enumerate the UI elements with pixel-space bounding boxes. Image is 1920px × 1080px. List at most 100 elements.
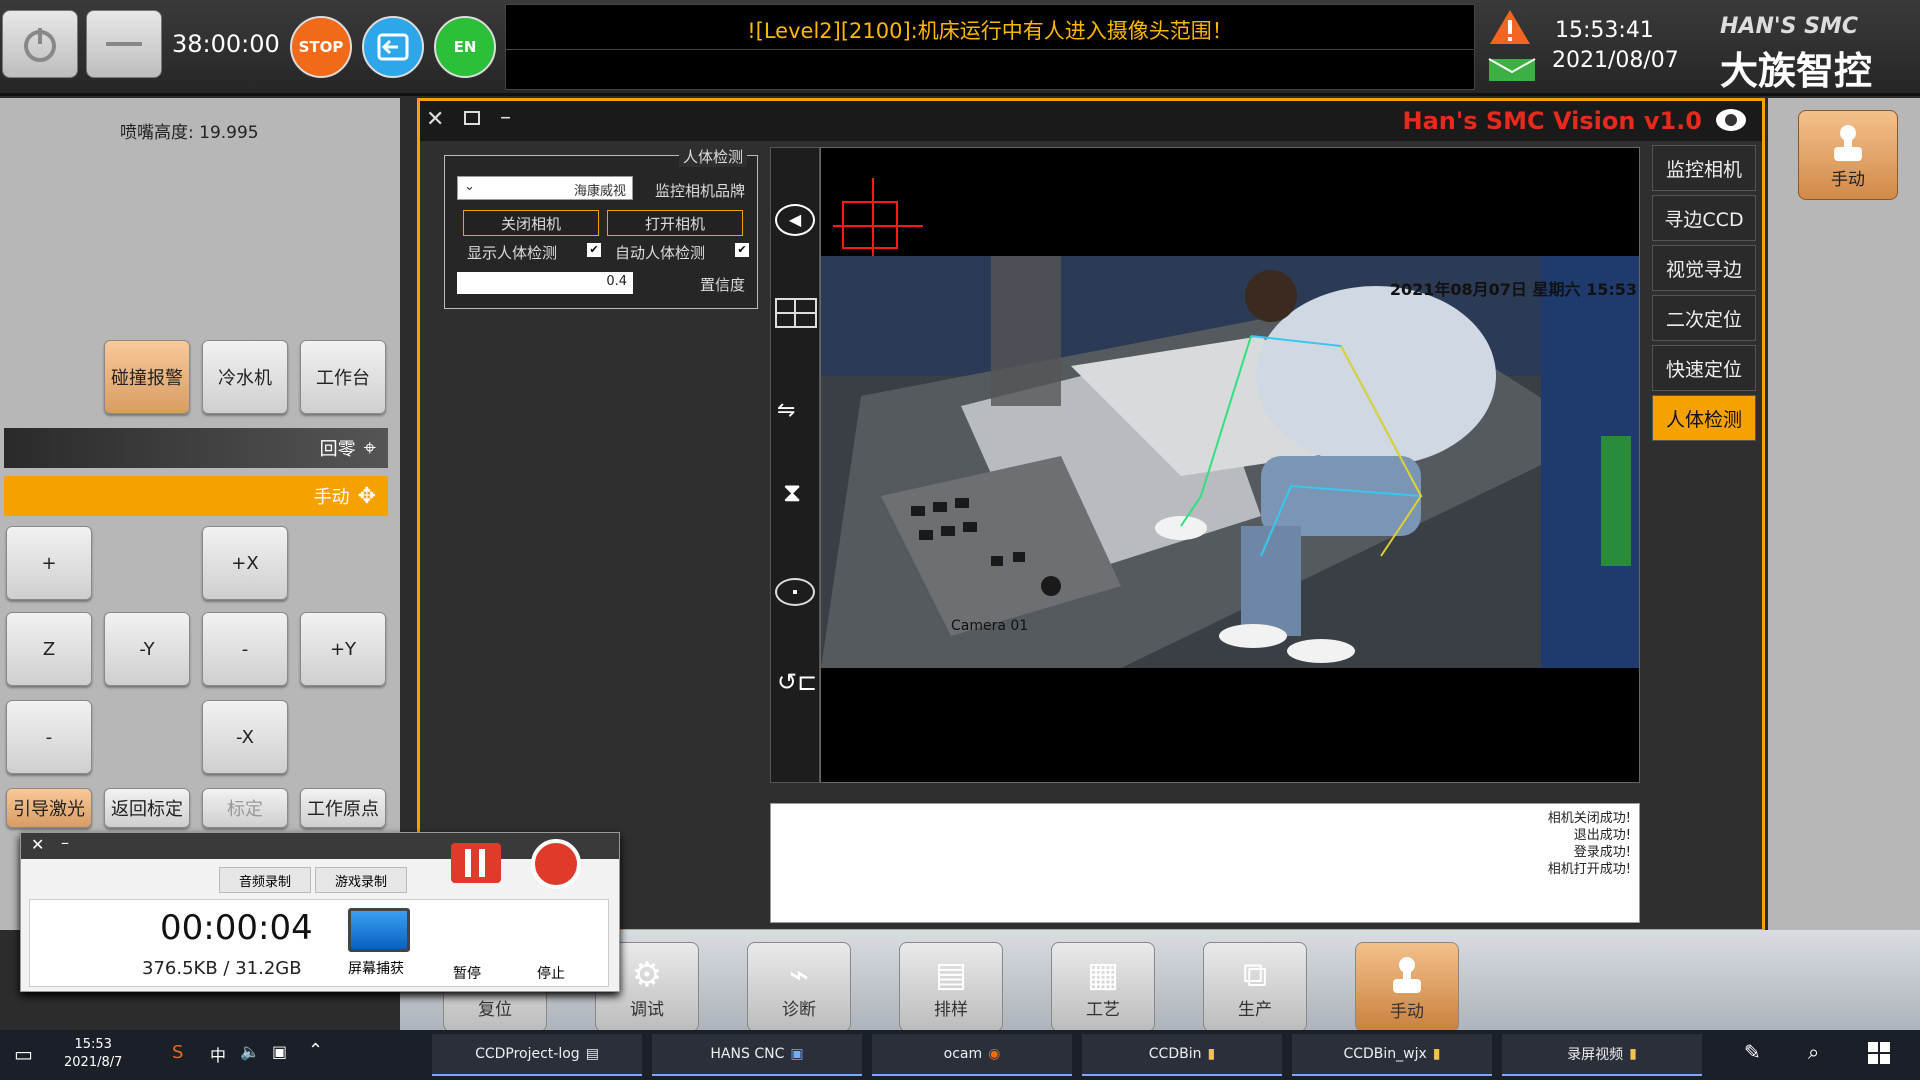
brand-en: HAN'S SMC: [1720, 14, 1858, 39]
volume-icon[interactable]: 🔈: [240, 1042, 260, 1061]
pause-icon[interactable]: [451, 843, 501, 883]
diagnose-button[interactable]: ⌁ 诊断: [747, 942, 851, 1032]
cubes-icon: ⧉: [1242, 954, 1268, 995]
jog-minus-button[interactable]: -: [202, 612, 288, 686]
camera-view[interactable]: 2021年08月07日 星期六 15:53 Camera 01: [820, 147, 1640, 783]
open-camera-button[interactable]: 打开相机: [607, 210, 743, 236]
tab-game-record[interactable]: 游戏录制: [315, 867, 407, 893]
stop-button[interactable]: STOP: [290, 16, 352, 78]
close-icon[interactable]: ✕: [31, 835, 44, 854]
nav-secondary-position[interactable]: 二次定位: [1652, 295, 1756, 341]
taskbar-item-ccdbin[interactable]: CCDBin ▮: [1082, 1034, 1282, 1076]
hand-icon: [1393, 956, 1421, 993]
recording-size: 376.5KB / 31.2GB: [142, 958, 302, 979]
maximize-icon[interactable]: [464, 111, 480, 125]
taskbar-item-ccdproject-log[interactable]: CCDProject-log ▤: [432, 1034, 642, 1076]
calibrate-button[interactable]: 标定: [202, 788, 288, 828]
flip-icon[interactable]: ⧗: [783, 478, 801, 509]
auto-detect-checkbox[interactable]: ✔: [735, 243, 749, 257]
network-icon[interactable]: ▣: [272, 1042, 287, 1061]
start-icon[interactable]: [1868, 1042, 1890, 1064]
close-icon[interactable]: ✕: [426, 107, 444, 132]
ime-indicator[interactable]: 中: [210, 1042, 226, 1066]
mail-icon[interactable]: [1488, 58, 1536, 86]
play-icon[interactable]: ◀: [775, 204, 815, 236]
taskbar-item-recording[interactable]: 录屏视频 ▮: [1502, 1034, 1702, 1076]
jog-plus-button[interactable]: +: [6, 526, 92, 600]
collision-alarm-button[interactable]: 碰撞报警: [104, 340, 190, 414]
app-tray-icon[interactable]: S: [172, 1042, 183, 1063]
jog-minus-x-button[interactable]: -X: [202, 700, 288, 774]
confidence-input[interactable]: 0.4: [457, 272, 633, 294]
monitor-icon[interactable]: [348, 908, 410, 952]
confidence-label: 置信度: [699, 276, 745, 294]
jog-z-button[interactable]: Z: [6, 612, 92, 686]
app-pin-icon[interactable]: ✎: [1744, 1040, 1761, 1064]
user-gear-icon: ⚙: [631, 954, 663, 995]
tray-clock[interactable]: 15:53 2021/8/7: [64, 1036, 122, 1072]
minimize-icon[interactable]: –: [500, 105, 511, 130]
nav-visual-edge[interactable]: 视觉寻边: [1652, 245, 1756, 291]
minimize-icon[interactable]: –: [61, 833, 69, 852]
show-detect-label: 显示人体检测: [467, 244, 558, 262]
notification-icon[interactable]: ▭: [14, 1042, 33, 1066]
nesting-button[interactable]: ▤ 排样: [899, 942, 1003, 1032]
process-button[interactable]: ▦ 工艺: [1051, 942, 1155, 1032]
manual-tab-button[interactable]: 手动: [1355, 942, 1459, 1032]
power-button[interactable]: [2, 10, 78, 78]
taskbar-item-hans-cnc[interactable]: HANS CNC ▣: [652, 1034, 862, 1076]
minus-icon: [106, 42, 142, 46]
cnc-icon: ▣: [790, 1046, 804, 1062]
undo-icon[interactable]: ↺⊏: [777, 668, 817, 696]
windows-taskbar: ▭ 15:53 2021/8/7 S 中 🔈 ▣ ⌃ CCDProject-lo…: [0, 1030, 1920, 1080]
crosshair-icon: ⌖: [363, 435, 376, 461]
show-detect-checkbox[interactable]: ✔: [587, 243, 601, 257]
manual-function-button[interactable]: 手动: [1798, 110, 1898, 200]
taskbar-item-ccdbin-wjx[interactable]: CCDBin_wjx ▮: [1292, 1034, 1492, 1076]
nav-fast-position[interactable]: 快速定位: [1652, 345, 1756, 391]
guide-laser-button[interactable]: 引导激光: [6, 788, 92, 828]
chevron-up-icon[interactable]: ⌃: [308, 1040, 323, 1061]
language-button[interactable]: EN: [434, 16, 496, 78]
chiller-button[interactable]: 冷水机: [202, 340, 288, 414]
crosshair-overlay-icon: [833, 178, 923, 258]
move-arrows-icon: ✥: [357, 483, 376, 509]
production-button[interactable]: ⧉ 生产: [1203, 942, 1307, 1032]
vision-title: Han's SMC Vision v1.0: [1402, 107, 1702, 135]
tab-audio-record[interactable]: 音频录制: [219, 867, 311, 893]
clock-date: 2021/08/07: [1552, 48, 1679, 73]
jog-plus-y-button[interactable]: +Y: [300, 612, 386, 686]
jog-minus2-button[interactable]: -: [6, 700, 92, 774]
stop-record-icon[interactable]: [531, 839, 581, 889]
folder-icon: ▮: [1629, 1046, 1637, 1062]
work-origin-button[interactable]: 工作原点: [300, 788, 386, 828]
machine-control-panel: 喷嘴高度: 19.995 工作台 冷水机 碰撞报警 回零 ⌖ 手动 ✥ + +X…: [0, 98, 400, 930]
close-camera-button[interactable]: 关闭相机: [463, 210, 599, 236]
taskbar-item-ocam[interactable]: ocam ◉: [872, 1034, 1072, 1076]
nav-monitor-camera[interactable]: 监控相机: [1652, 145, 1756, 191]
rotate-icon[interactable]: ⇋: [777, 398, 795, 423]
target-icon[interactable]: [775, 578, 815, 606]
brand-select[interactable]: 海康威视 ⌄: [457, 176, 633, 200]
hand-icon: [1834, 124, 1862, 161]
run-timer: 38:00:00: [172, 30, 280, 58]
grid-view-icon[interactable]: [775, 298, 817, 328]
warning-icon[interactable]: [1488, 8, 1532, 50]
return-calibrate-button[interactable]: 返回标定: [104, 788, 190, 828]
search-icon[interactable]: ⌕: [1808, 1040, 1819, 1064]
screen-recorder: ✕ – 游戏录制 音频录制 00:00:04 376.5KB / 31.2GB …: [20, 832, 620, 992]
jog-plus-x-button[interactable]: +X: [202, 526, 288, 600]
worktable-button[interactable]: 工作台: [300, 340, 386, 414]
pause-label: 暂停: [453, 966, 481, 982]
exit-button[interactable]: [362, 16, 424, 78]
jog-minus-y-button[interactable]: -Y: [104, 612, 190, 686]
nav-edge-ccd[interactable]: 寻边CCD: [1652, 195, 1756, 241]
function-bar: 手动 ⧉ 生产 ▦ 工艺 ▤ 排样 ⌁ 诊断 ⚙ 调试 ↻ 复位: [400, 930, 1920, 1032]
nav-human-detection[interactable]: 人体检测: [1652, 395, 1756, 441]
minimize-button[interactable]: [86, 10, 162, 78]
manual-mode-bar[interactable]: 手动 ✥: [4, 476, 388, 516]
clock-time: 15:53:41: [1555, 18, 1654, 43]
power-icon: [24, 28, 56, 62]
home-mode-bar[interactable]: 回零 ⌖: [4, 428, 388, 468]
auto-detect-label: 自动人体检测: [615, 244, 706, 262]
